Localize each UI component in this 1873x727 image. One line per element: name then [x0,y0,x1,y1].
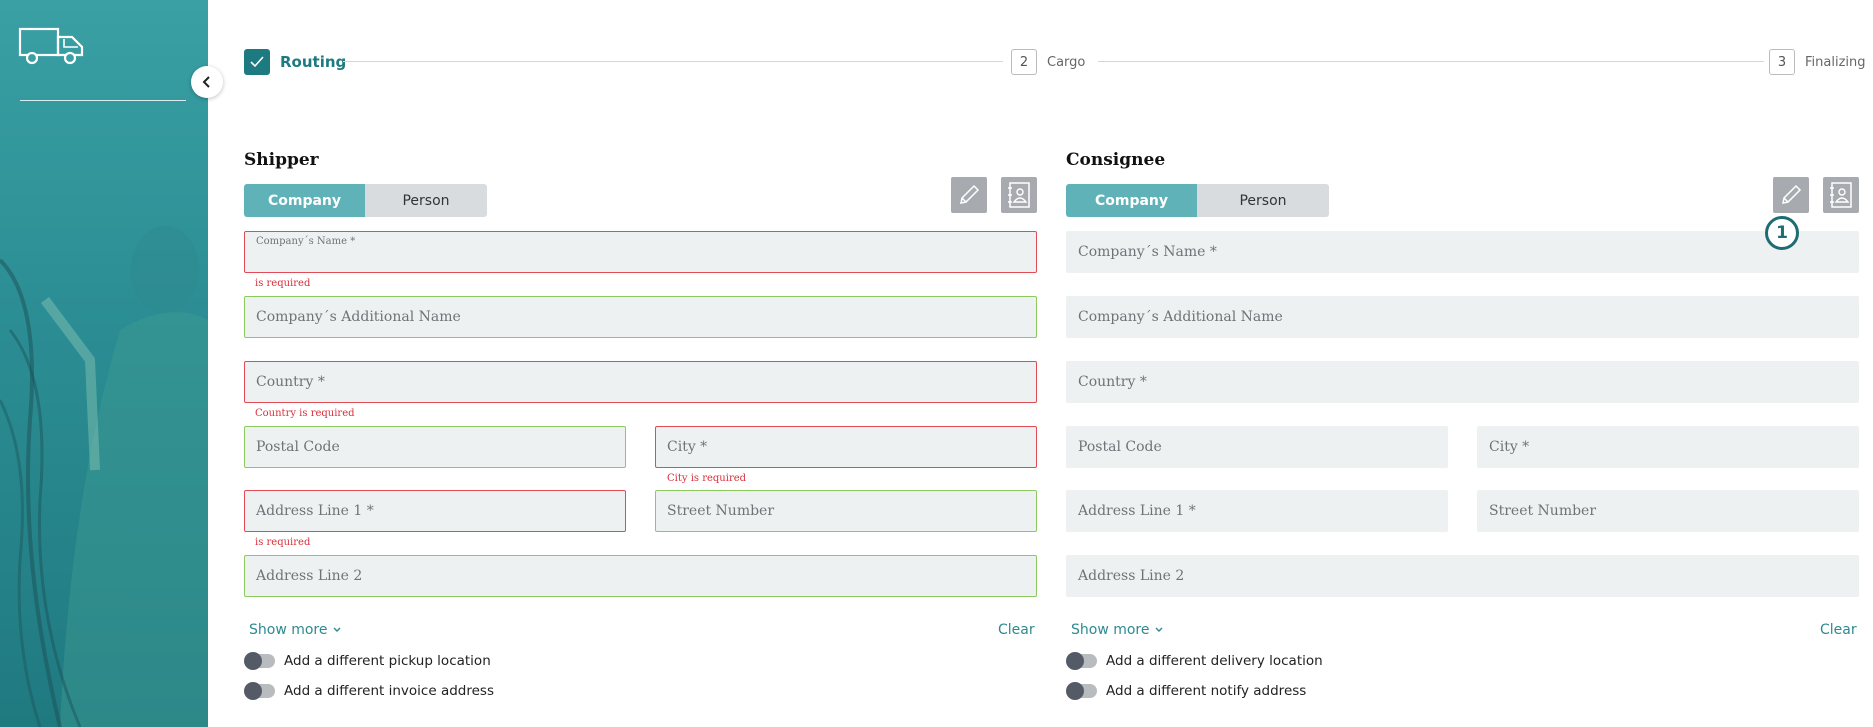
sidebar-divider [20,100,186,101]
field-placeholder: Postal Code [1078,439,1162,455]
field-placeholder: Country * [1078,374,1147,390]
step-number: 3 [1769,49,1795,75]
step-label: Cargo [1047,54,1086,70]
step-routing[interactable]: Routing [244,48,346,76]
notify-address-toggle[interactable] [1066,682,1097,700]
shipper-title: Shipper [244,150,319,170]
invoice-address-toggle[interactable] [244,682,275,700]
contact-book-icon [1008,182,1030,208]
shipper-company-name-error: is required [255,278,311,289]
shipper-postal-code-input[interactable]: Postal Code [244,426,626,468]
check-icon [250,56,264,68]
shipper-country-input[interactable]: Country * [244,361,1037,403]
consignee-type-tabs: Company Person [1066,184,1329,217]
shipper-additional-name-input[interactable]: Company´s Additional Name [244,296,1037,338]
pencil-icon [960,184,980,204]
toggle-knob [244,652,262,670]
field-placeholder: Address Line 1 * [256,503,374,519]
toggle-label: Add a different notify address [1106,683,1307,699]
step-routing-check [244,49,270,75]
field-placeholder: Country * [256,374,325,390]
step-cargo[interactable]: 2 Cargo [1011,48,1085,76]
consignee-tab-person[interactable]: Person [1197,184,1329,217]
toggle-label: Add a different invoice address [284,683,494,699]
consignee-title: Consignee [1066,150,1166,170]
step-label: Finalizing [1805,54,1866,70]
toggle-knob [244,682,262,700]
step-connector [343,61,1003,62]
consignee-city-input[interactable]: City * [1477,426,1859,468]
field-placeholder: Company´s Name * [1078,244,1217,260]
shipper-address-book-button[interactable] [1001,177,1037,213]
sidebar [0,0,208,727]
field-placeholder: Address Line 2 [1078,568,1185,584]
consignee-company-name-input[interactable]: Company´s Name * [1066,231,1859,273]
toggle-label: Add a different pickup location [284,653,491,669]
sidebar-background-photo [0,226,208,727]
consignee-tab-company[interactable]: Company [1066,184,1197,217]
consignee-edit-button[interactable] [1773,177,1809,213]
consignee-additional-name-input[interactable]: Company´s Additional Name [1066,296,1859,338]
shipper-tab-person[interactable]: Person [365,184,487,217]
consignee-address-line1-input[interactable]: Address Line 1 * [1066,490,1448,532]
field-placeholder: Company´s Additional Name [1078,309,1283,325]
field-placeholder: City * [1489,439,1530,455]
pencil-icon [1782,184,1802,204]
toggle-label: Add a different delivery location [1106,653,1323,669]
step-label: Routing [280,53,347,71]
annotation-badge: 1 [1765,216,1799,250]
show-more-label: Show more [1071,622,1150,638]
shipper-street-number-input[interactable]: Street Number [655,490,1037,532]
contact-book-icon [1830,182,1852,208]
shipper-clear-button[interactable]: Clear [998,622,1035,638]
consignee-address-book-button[interactable] [1823,177,1859,213]
shipper-address-line1-error: is required [255,537,311,548]
chevron-left-icon [202,76,210,88]
consignee-show-more-link[interactable]: Show more [1071,622,1164,638]
shipper-tab-company[interactable]: Company [244,184,365,217]
shipper-edit-button[interactable] [951,177,987,213]
field-label: Company´s Name * [256,236,356,247]
toggle-knob [1066,652,1084,670]
shipper-city-input[interactable]: City * [655,426,1037,468]
field-placeholder: City * [667,439,708,455]
show-more-label: Show more [249,622,328,638]
shipper-invoice-address-toggle-row: Add a different invoice address [244,682,494,700]
consignee-street-number-input[interactable]: Street Number [1477,490,1859,532]
shipper-company-name-input[interactable]: Company´s Name * [244,231,1037,273]
shipper-country-error: Country is required [255,408,355,419]
consignee-country-input[interactable]: Country * [1066,361,1859,403]
chevron-down-icon [333,627,340,632]
consignee-notify-address-toggle-row: Add a different notify address [1066,682,1307,700]
consignee-clear-button[interactable]: Clear [1820,622,1857,638]
field-placeholder: Address Line 1 * [1078,503,1196,519]
step-number: 2 [1011,49,1037,75]
chevron-down-icon [1155,627,1162,632]
shipper-city-error: City is required [667,473,747,484]
delivery-location-toggle[interactable] [1066,652,1097,670]
collapse-sidebar-button[interactable] [191,66,223,98]
field-placeholder: Postal Code [256,439,340,455]
toggle-knob [1066,682,1084,700]
field-placeholder: Address Line 2 [256,568,363,584]
field-placeholder: Company´s Additional Name [256,309,461,325]
shipper-address-line1-input[interactable]: Address Line 1 * [244,490,626,532]
shipper-pickup-location-toggle-row: Add a different pickup location [244,652,491,670]
step-connector [1098,61,1764,62]
truck-icon [18,27,84,65]
shipper-address-line2-input[interactable]: Address Line 2 [244,555,1037,597]
pickup-location-toggle[interactable] [244,652,275,670]
step-finalizing[interactable]: 3 Finalizing [1769,48,1866,76]
field-placeholder: Street Number [667,503,775,519]
field-placeholder: Street Number [1489,503,1597,519]
consignee-postal-code-input[interactable]: Postal Code [1066,426,1448,468]
shipper-type-tabs: Company Person [244,184,487,217]
consignee-delivery-location-toggle-row: Add a different delivery location [1066,652,1323,670]
shipper-show-more-link[interactable]: Show more [249,622,342,638]
consignee-address-line2-input[interactable]: Address Line 2 [1066,555,1859,597]
